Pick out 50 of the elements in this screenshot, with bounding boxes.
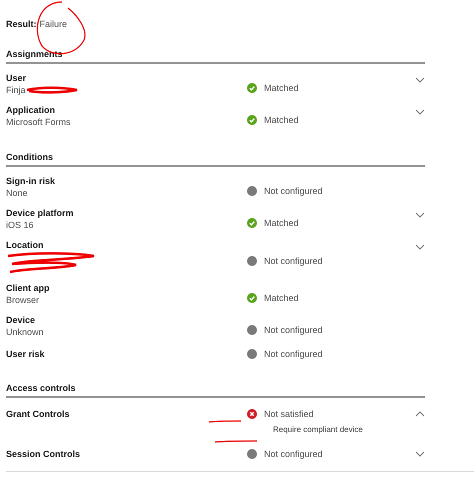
field-value: Unknown — [6, 326, 44, 338]
field-label: Location — [6, 239, 44, 251]
status-text: Matched — [264, 218, 299, 228]
field-value: Finja — [6, 84, 26, 96]
field-value: iOS 16 — [6, 219, 34, 231]
section-heading: Assignments — [6, 49, 425, 64]
chevron-down-icon[interactable] — [415, 77, 425, 83]
status-text: Not configured — [264, 186, 323, 196]
field-label: Client app — [6, 282, 50, 294]
dot-icon — [247, 256, 257, 266]
status-text: Matched — [264, 83, 299, 93]
chevron-up-icon[interactable] — [415, 411, 425, 417]
chevron-down-icon[interactable] — [415, 451, 425, 457]
check-icon — [247, 115, 257, 125]
annotation-line — [208, 419, 242, 424]
status-text: Not satisfied — [264, 409, 314, 419]
chevron-down-icon[interactable] — [415, 244, 425, 250]
field-value: Browser — [6, 294, 40, 306]
status-text: Not configured — [264, 325, 323, 335]
chevron-down-icon[interactable] — [415, 212, 425, 218]
field-value: Microsoft Forms — [6, 116, 71, 128]
section-heading: Access controls — [6, 383, 425, 398]
field-label: Application — [6, 104, 55, 116]
dot-icon — [247, 449, 257, 459]
detail-text: Require compliant device — [273, 425, 363, 434]
status-text: Not configured — [264, 449, 323, 459]
dot-icon — [247, 186, 257, 196]
field-label: Session Controls — [6, 448, 80, 460]
field-label: User risk — [6, 348, 45, 360]
annotation-line — [214, 439, 258, 444]
check-icon — [247, 218, 257, 228]
dot-icon — [247, 325, 257, 335]
check-icon — [247, 83, 257, 93]
status-text: Matched — [264, 115, 299, 125]
section-heading: Conditions — [6, 152, 425, 167]
status-text: Not configured — [264, 256, 323, 266]
status-text: Not configured — [264, 349, 323, 359]
field-label: Device platform — [6, 207, 74, 219]
result-label: Result: — [6, 19, 37, 31]
error-icon — [247, 409, 257, 419]
field-value: None — [6, 187, 28, 199]
chevron-down-icon[interactable] — [415, 109, 425, 115]
check-icon — [247, 293, 257, 303]
dot-icon — [247, 349, 257, 359]
field-label: Sign-in risk — [6, 175, 56, 187]
result-value: Failure — [40, 19, 68, 31]
field-label: Grant Controls — [6, 408, 70, 420]
field-label: User — [6, 72, 26, 84]
status-text: Matched — [264, 293, 299, 303]
field-label: Device — [6, 314, 36, 326]
